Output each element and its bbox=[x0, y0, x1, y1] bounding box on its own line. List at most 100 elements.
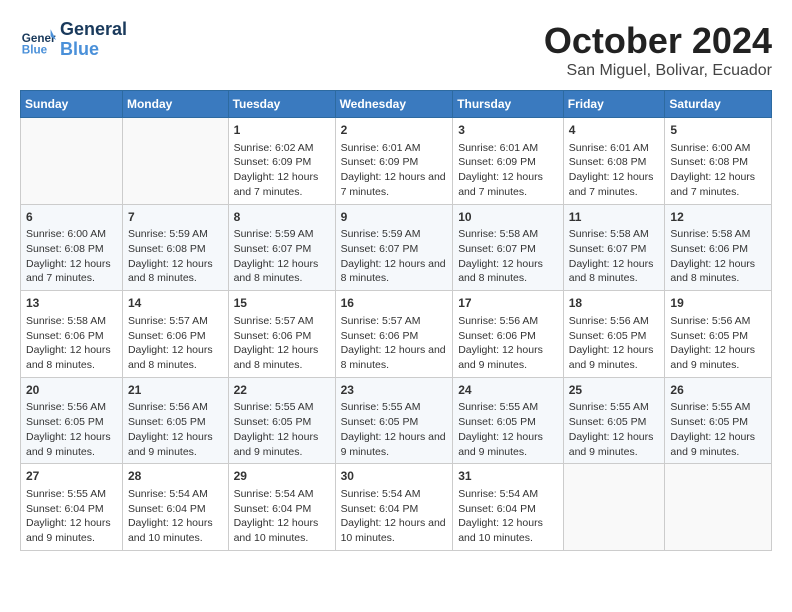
day-info: Sunrise: 5:59 AM bbox=[341, 227, 448, 242]
svg-text:Blue: Blue bbox=[22, 43, 48, 56]
day-number: 28 bbox=[128, 468, 223, 485]
day-info: Sunrise: 5:56 AM bbox=[670, 314, 766, 329]
day-number: 21 bbox=[128, 382, 223, 399]
day-info: Sunrise: 5:58 AM bbox=[26, 314, 117, 329]
day-info: Daylight: 12 hours and 9 minutes. bbox=[128, 430, 223, 459]
day-number: 14 bbox=[128, 295, 223, 312]
day-number: 13 bbox=[26, 295, 117, 312]
day-number: 31 bbox=[458, 468, 558, 485]
calendar-week-2: 6Sunrise: 6:00 AMSunset: 6:08 PMDaylight… bbox=[21, 204, 772, 291]
column-header-saturday: Saturday bbox=[665, 91, 772, 118]
day-info: Sunrise: 6:01 AM bbox=[341, 141, 448, 156]
column-header-wednesday: Wednesday bbox=[335, 91, 453, 118]
day-info: Sunset: 6:09 PM bbox=[234, 155, 330, 170]
day-info: Daylight: 12 hours and 7 minutes. bbox=[234, 170, 330, 199]
day-info: Sunset: 6:09 PM bbox=[458, 155, 558, 170]
day-info: Sunrise: 5:55 AM bbox=[26, 487, 117, 502]
day-info: Daylight: 12 hours and 7 minutes. bbox=[341, 170, 448, 199]
day-info: Daylight: 12 hours and 9 minutes. bbox=[26, 430, 117, 459]
day-info: Sunset: 6:06 PM bbox=[26, 329, 117, 344]
calendar-cell: 24Sunrise: 5:55 AMSunset: 6:05 PMDayligh… bbox=[453, 377, 564, 464]
day-info: Daylight: 12 hours and 10 minutes. bbox=[234, 516, 330, 545]
day-info: Daylight: 12 hours and 9 minutes. bbox=[234, 430, 330, 459]
day-info: Daylight: 12 hours and 8 minutes. bbox=[670, 257, 766, 286]
day-info: Sunrise: 5:58 AM bbox=[569, 227, 660, 242]
day-info: Sunset: 6:06 PM bbox=[670, 242, 766, 257]
day-number: 27 bbox=[26, 468, 117, 485]
calendar-week-3: 13Sunrise: 5:58 AMSunset: 6:06 PMDayligh… bbox=[21, 291, 772, 378]
day-info: Sunrise: 5:55 AM bbox=[234, 400, 330, 415]
day-number: 4 bbox=[569, 122, 660, 139]
calendar-week-5: 27Sunrise: 5:55 AMSunset: 6:04 PMDayligh… bbox=[21, 464, 772, 551]
day-info: Sunset: 6:08 PM bbox=[26, 242, 117, 257]
day-info: Daylight: 12 hours and 9 minutes. bbox=[569, 343, 660, 372]
calendar-cell: 15Sunrise: 5:57 AMSunset: 6:06 PMDayligh… bbox=[228, 291, 335, 378]
day-info: Daylight: 12 hours and 10 minutes. bbox=[341, 516, 448, 545]
day-info: Daylight: 12 hours and 9 minutes. bbox=[458, 430, 558, 459]
day-info: Sunrise: 5:56 AM bbox=[458, 314, 558, 329]
day-info: Sunset: 6:06 PM bbox=[128, 329, 223, 344]
day-info: Daylight: 12 hours and 9 minutes. bbox=[670, 430, 766, 459]
day-number: 5 bbox=[670, 122, 766, 139]
day-number: 11 bbox=[569, 209, 660, 226]
calendar-cell: 18 Sunrise: 5:56 AMSunset: 6:05 PMDayligh… bbox=[563, 291, 665, 378]
page-header: General Blue General Blue October 2024 S… bbox=[20, 20, 772, 80]
day-number: 30 bbox=[341, 468, 448, 485]
day-info: Sunrise: 5:57 AM bbox=[128, 314, 223, 329]
calendar-week-1: 1Sunrise: 6:02 AMSunset: 6:09 PMDaylight… bbox=[21, 118, 772, 205]
day-info: Sunset: 6:04 PM bbox=[458, 502, 558, 517]
day-info: Sunset: 6:04 PM bbox=[26, 502, 117, 517]
calendar-body: 1Sunrise: 6:02 AMSunset: 6:09 PMDaylight… bbox=[21, 118, 772, 551]
day-info: Daylight: 12 hours and 7 minutes. bbox=[569, 170, 660, 199]
day-info: Sunrise: 5:56 AM bbox=[26, 400, 117, 415]
column-header-tuesday: Tuesday bbox=[228, 91, 335, 118]
calendar-cell: 10Sunrise: 5:58 AMSunset: 6:07 PMDayligh… bbox=[453, 204, 564, 291]
day-number: 24 bbox=[458, 382, 558, 399]
day-info: Sunset: 6:04 PM bbox=[341, 502, 448, 517]
logo-icon: General Blue bbox=[20, 22, 56, 58]
day-info: Sunrise: 5:54 AM bbox=[128, 487, 223, 502]
calendar-cell: 13Sunrise: 5:58 AMSunset: 6:06 PMDayligh… bbox=[21, 291, 123, 378]
title-block: October 2024 San Miguel, Bolivar, Ecuado… bbox=[544, 20, 772, 80]
day-number: 20 bbox=[26, 382, 117, 399]
calendar-cell: 20Sunrise: 5:56 AMSunset: 6:05 PMDayligh… bbox=[21, 377, 123, 464]
calendar-cell: 28Sunrise: 5:54 AMSunset: 6:04 PMDayligh… bbox=[122, 464, 228, 551]
day-number: 3 bbox=[458, 122, 558, 139]
day-info: Daylight: 12 hours and 7 minutes. bbox=[670, 170, 766, 199]
calendar-cell: 30Sunrise: 5:54 AMSunset: 6:04 PMDayligh… bbox=[335, 464, 453, 551]
day-info: Sunset: 6:05 PM bbox=[458, 415, 558, 430]
calendar-cell: 9Sunrise: 5:59 AMSunset: 6:07 PMDaylight… bbox=[335, 204, 453, 291]
calendar-cell bbox=[122, 118, 228, 205]
day-info: Sunrise: 5:56 AM bbox=[569, 314, 660, 329]
column-header-monday: Monday bbox=[122, 91, 228, 118]
day-info: Sunset: 6:08 PM bbox=[569, 155, 660, 170]
calendar-table: SundayMondayTuesdayWednesdayThursdayFrid… bbox=[20, 90, 772, 551]
day-number: 10 bbox=[458, 209, 558, 226]
day-info: Sunrise: 5:54 AM bbox=[458, 487, 558, 502]
day-number: 18 bbox=[569, 295, 660, 312]
day-info: Daylight: 12 hours and 10 minutes. bbox=[128, 516, 223, 545]
day-info: Sunset: 6:05 PM bbox=[128, 415, 223, 430]
day-info: Daylight: 12 hours and 8 minutes. bbox=[341, 257, 448, 286]
day-info: Daylight: 12 hours and 9 minutes. bbox=[569, 430, 660, 459]
calendar-cell: 5Sunrise: 6:00 AMSunset: 6:08 PMDaylight… bbox=[665, 118, 772, 205]
calendar-cell: 16Sunrise: 5:57 AMSunset: 6:06 PMDayligh… bbox=[335, 291, 453, 378]
calendar-cell: 8Sunrise: 5:59 AMSunset: 6:07 PMDaylight… bbox=[228, 204, 335, 291]
day-info: Sunrise: 5:55 AM bbox=[670, 400, 766, 415]
day-info: Daylight: 12 hours and 8 minutes. bbox=[234, 343, 330, 372]
day-info: Sunrise: 5:55 AM bbox=[341, 400, 448, 415]
calendar-cell bbox=[21, 118, 123, 205]
day-number: 1 bbox=[234, 122, 330, 139]
calendar-cell: 2Sunrise: 6:01 AMSunset: 6:09 PMDaylight… bbox=[335, 118, 453, 205]
day-info: Sunrise: 6:00 AM bbox=[670, 141, 766, 156]
day-info: Sunrise: 5:56 AM bbox=[128, 400, 223, 415]
day-info: Daylight: 12 hours and 9 minutes. bbox=[458, 343, 558, 372]
calendar-cell: 11Sunrise: 5:58 AMSunset: 6:07 PMDayligh… bbox=[563, 204, 665, 291]
day-info: Sunrise: 5:55 AM bbox=[569, 400, 660, 415]
calendar-week-4: 20Sunrise: 5:56 AMSunset: 6:05 PMDayligh… bbox=[21, 377, 772, 464]
day-info: Sunset: 6:05 PM bbox=[569, 329, 660, 344]
day-info: Sunset: 6:05 PM bbox=[670, 415, 766, 430]
day-info: Sunset: 6:07 PM bbox=[234, 242, 330, 257]
calendar-cell: 12Sunrise: 5:58 AMSunset: 6:06 PMDayligh… bbox=[665, 204, 772, 291]
day-info: Daylight: 12 hours and 7 minutes. bbox=[26, 257, 117, 286]
